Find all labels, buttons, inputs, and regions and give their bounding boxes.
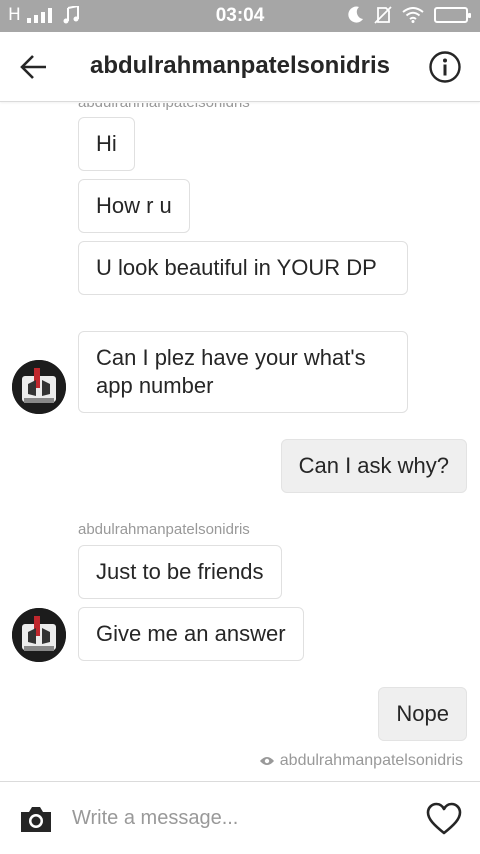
status-right-icons xyxy=(348,6,471,24)
incoming-message[interactable]: Give me an answer xyxy=(78,607,304,661)
moon-icon xyxy=(348,6,363,23)
info-icon[interactable] xyxy=(428,50,462,84)
seen-indicator: abdulrahmanpatelsonidris xyxy=(259,752,463,770)
sender-name: abdulrahmanpatelsonidris xyxy=(78,521,250,538)
message-thread[interactable]: abdulrahmanpatelsonidris Hi How r u U lo… xyxy=(0,103,480,781)
message-input[interactable] xyxy=(72,802,402,834)
outgoing-message[interactable]: Nope xyxy=(378,687,467,741)
sender-name: abdulrahmanpatelsonidris xyxy=(78,103,250,111)
eye-icon xyxy=(259,757,274,765)
avatar[interactable] xyxy=(12,608,66,662)
incoming-message[interactable]: How r u xyxy=(78,179,190,233)
incoming-message[interactable]: Hi xyxy=(78,117,135,171)
no-sim-icon xyxy=(374,6,392,24)
heart-icon[interactable] xyxy=(426,802,462,836)
conversation-title[interactable]: abdulrahmanpatelsonidris xyxy=(0,52,480,80)
wifi-icon xyxy=(402,7,424,23)
seen-by-label: abdulrahmanpatelsonidris xyxy=(279,752,463,769)
outgoing-message[interactable]: Can I ask why? xyxy=(280,439,467,493)
incoming-message[interactable]: U look beautiful in YOUR DP xyxy=(78,241,408,295)
conversation-header: abdulrahmanpatelsonidris xyxy=(0,32,480,102)
message-composer xyxy=(0,781,480,854)
incoming-message[interactable]: Just to be friends xyxy=(78,545,282,599)
avatar-image xyxy=(12,608,66,662)
battery-icon xyxy=(434,7,471,23)
incoming-message[interactable]: Can I plez have your what's app number xyxy=(78,331,408,413)
avatar[interactable] xyxy=(12,360,66,414)
status-bar: H 03:04 xyxy=(0,0,480,32)
camera-icon[interactable] xyxy=(18,804,54,834)
avatar-image xyxy=(12,360,66,414)
